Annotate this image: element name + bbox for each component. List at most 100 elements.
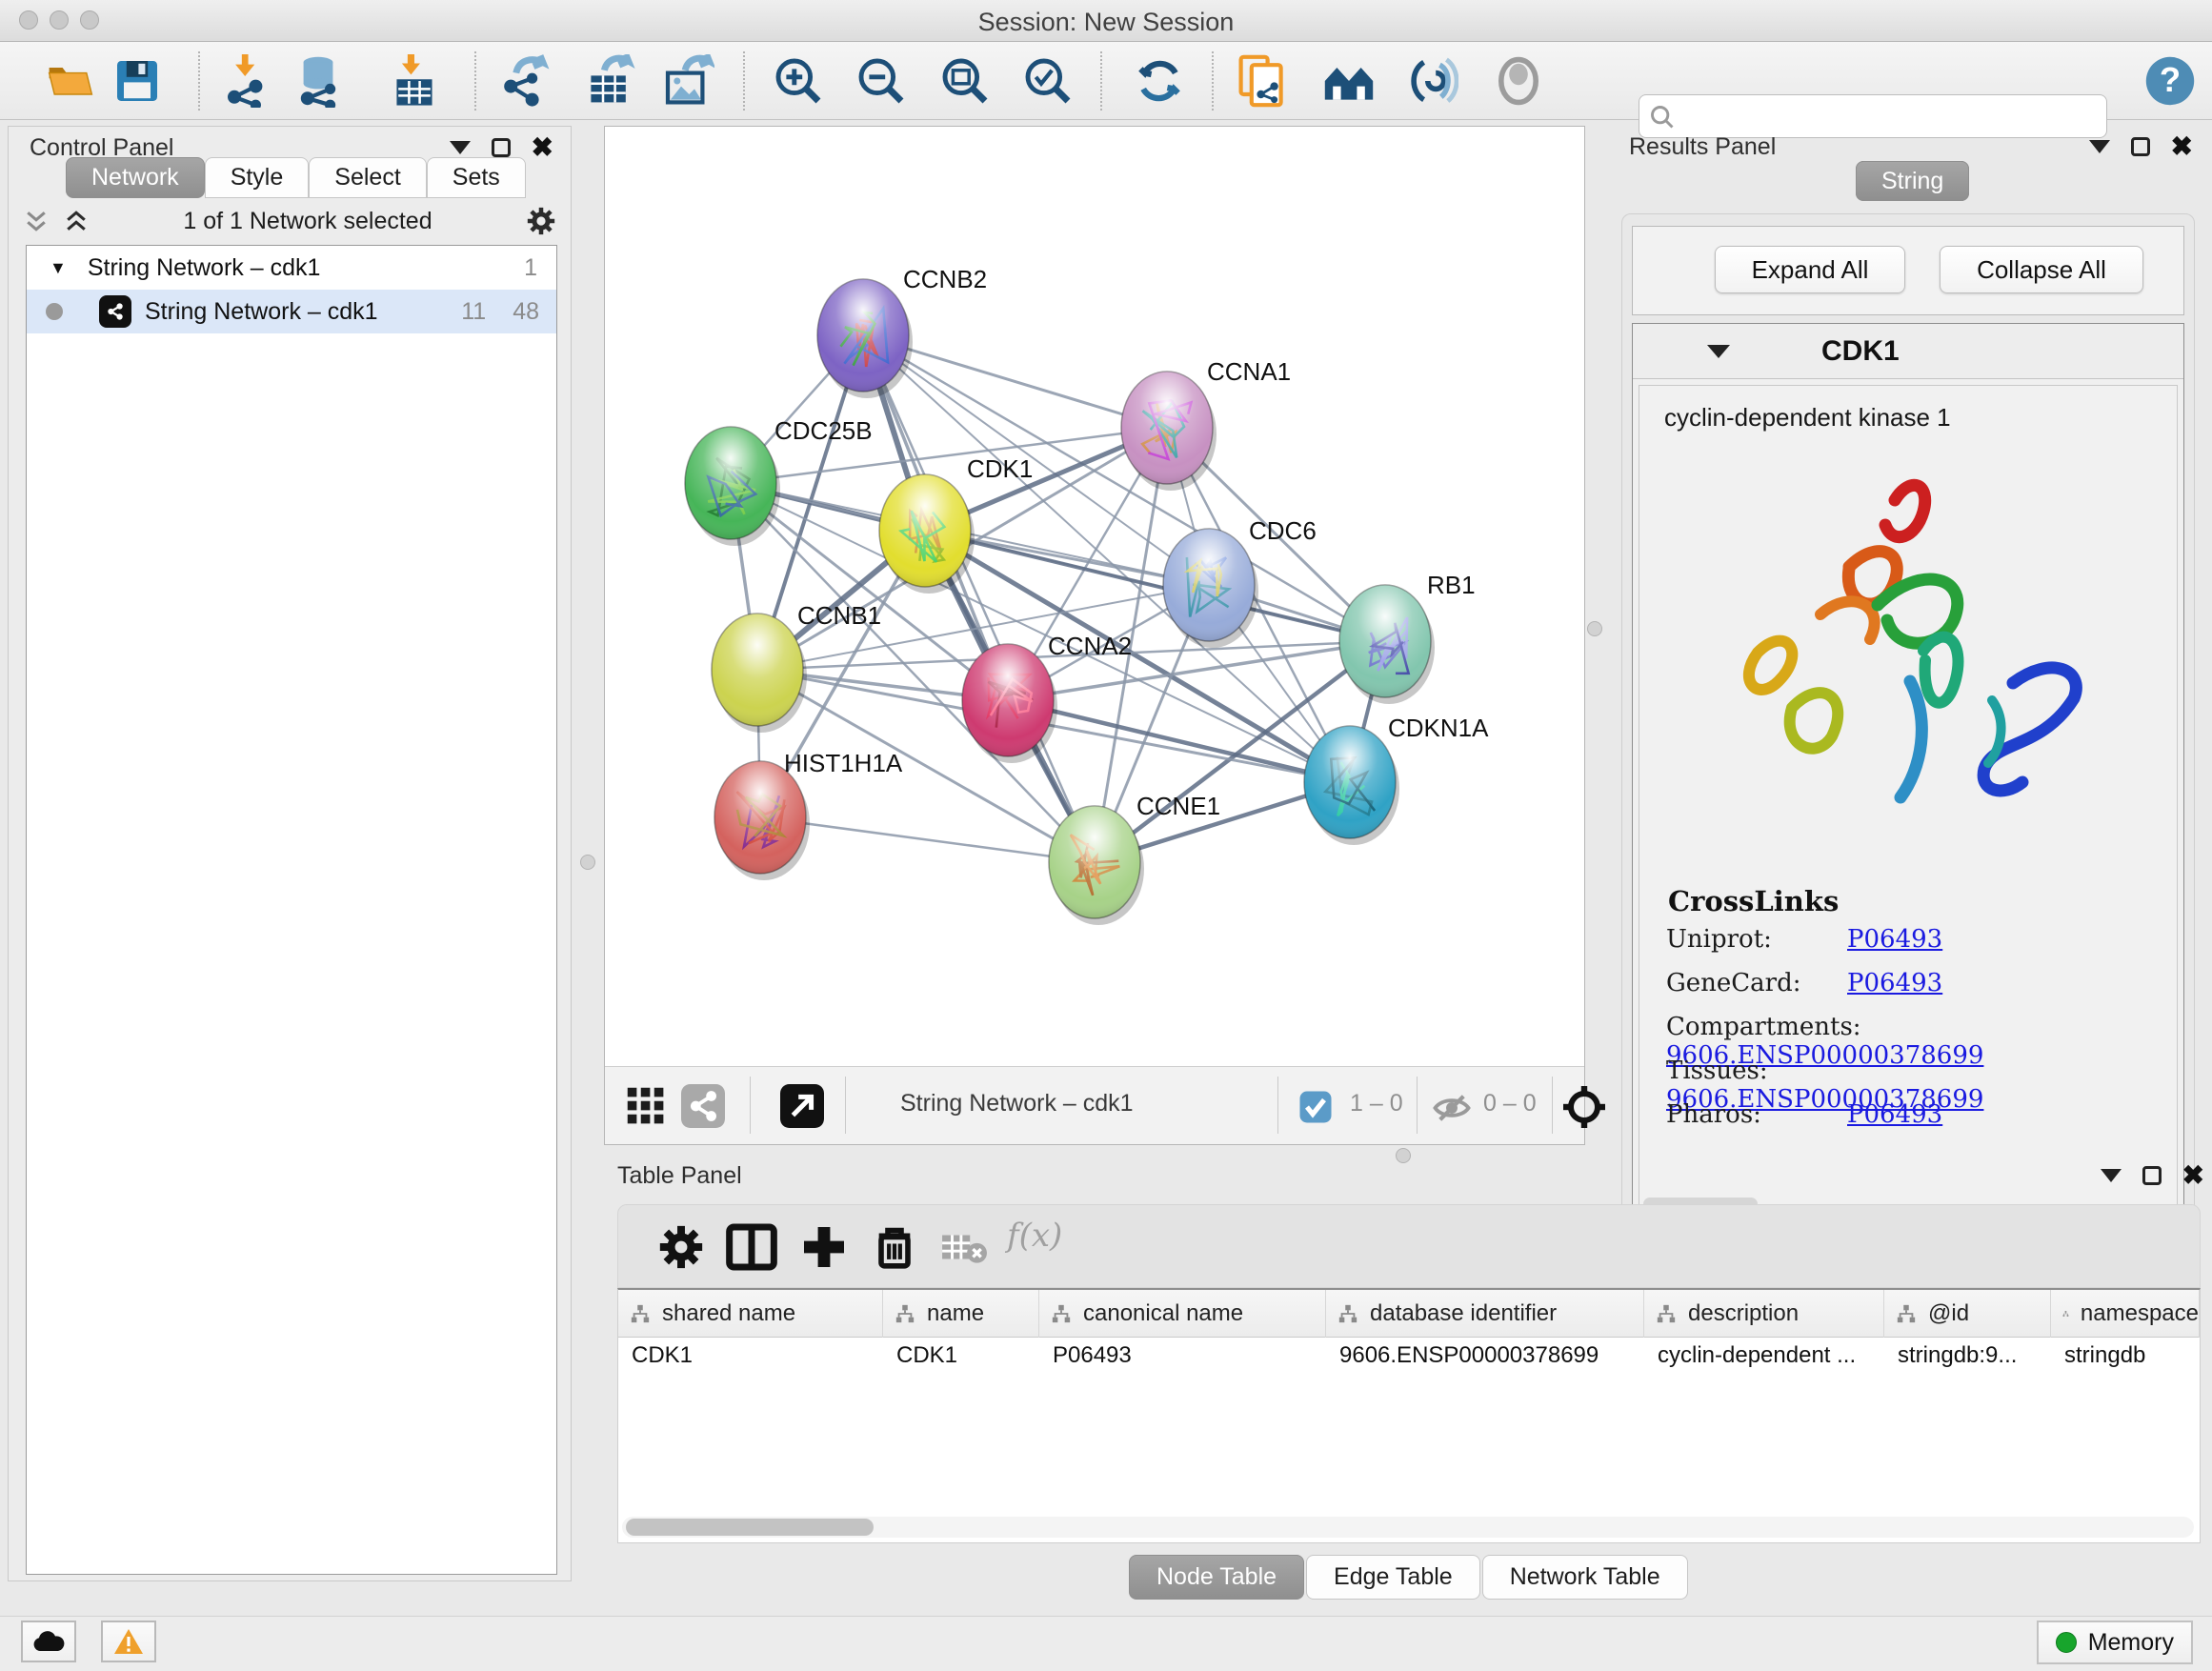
memory-button[interactable]: Memory	[2037, 1621, 2193, 1664]
table-panel-float-icon[interactable]	[2142, 1166, 2162, 1185]
table-cell[interactable]: cyclin-dependent ...	[1658, 1342, 1879, 1369]
column-header-description[interactable]: description	[1644, 1290, 1884, 1338]
network-node-CDC25B[interactable]: CDC25B	[685, 416, 873, 546]
network-edge[interactable]	[863, 335, 1095, 862]
column-header-shared-name[interactable]: shared name	[618, 1290, 883, 1338]
column-header-@id[interactable]: @id	[1884, 1290, 2051, 1338]
crosslink-link[interactable]: P06493	[1847, 969, 1942, 997]
control-panel-menu-icon[interactable]	[450, 141, 471, 154]
columns-icon[interactable]	[725, 1220, 778, 1274]
network-node-CCNB1[interactable]: CCNB1	[712, 601, 881, 733]
table-cell[interactable]: CDK1	[896, 1342, 1034, 1369]
table-cell[interactable]: P06493	[1053, 1342, 1320, 1369]
chevron-double-down-icon[interactable]	[22, 207, 50, 235]
tab-edge-table[interactable]: Edge Table	[1306, 1555, 1480, 1600]
table-cell[interactable]: stringdb:9...	[1898, 1342, 2045, 1369]
crosslink-label: Tissues:	[1666, 1057, 1847, 1085]
network-edge[interactable]	[1008, 700, 1350, 782]
zoom-in-icon[interactable]	[772, 54, 825, 108]
clone-network-icon[interactable]	[1236, 54, 1289, 108]
results-panel-float-icon[interactable]	[2131, 137, 2150, 156]
results-panel-menu-icon[interactable]	[2089, 140, 2110, 153]
tab-network-table[interactable]: Network Table	[1482, 1555, 1688, 1600]
zoom-out-icon[interactable]	[855, 54, 908, 108]
zoom-selected-icon[interactable]	[1021, 54, 1075, 108]
column-header-name[interactable]: name	[883, 1290, 1039, 1338]
network-graph[interactable]: CCNB2 CCNA1 CDC25BCDK1 CDC6RB1 CCNB1 CCNA2 CDK…	[605, 127, 1584, 1066]
tab-string[interactable]: String	[1856, 161, 1969, 201]
zoom-fit-icon[interactable]	[938, 54, 992, 108]
tab-network[interactable]: Network	[66, 157, 205, 198]
network-node-RB1[interactable]: RB1	[1339, 571, 1476, 704]
expand-all-button[interactable]: Expand All	[1715, 246, 1905, 293]
network-canvas[interactable]: CCNB2 CCNA1 CDC25BCDK1 CDC6RB1 CCNB1 CCNA2 CDK…	[604, 126, 1585, 1145]
refresh-icon[interactable]	[1133, 54, 1186, 108]
tab-style[interactable]: Style	[205, 157, 310, 198]
network-overview-icon[interactable]	[1322, 54, 1376, 108]
gene-section-header[interactable]: CDK1	[1633, 324, 2183, 379]
node-table[interactable]: shared namenamecanonical name database id…	[617, 1288, 2201, 1543]
birdseye-crosshair-icon[interactable]	[1561, 1084, 1607, 1130]
open-session-icon[interactable]	[44, 54, 97, 108]
table-panel-close-icon[interactable]: ✖	[2182, 1166, 2204, 1185]
table-cell[interactable]: stringdb	[2064, 1342, 2194, 1369]
column-label: database identifier	[1370, 1300, 1557, 1327]
network-node-CDK1[interactable]: CDK1	[879, 454, 1033, 594]
results-panel-close-icon[interactable]: ✖	[2171, 137, 2193, 156]
collection-label: String Network – cdk1	[88, 254, 321, 282]
collection-expand-icon[interactable]: ▼	[50, 258, 67, 278]
share-view-icon[interactable]	[681, 1084, 725, 1128]
open-in-new-icon[interactable]	[780, 1084, 824, 1128]
network-node-CCNB2[interactable]: CCNB2	[817, 265, 987, 398]
table-gear-icon[interactable]	[654, 1220, 708, 1274]
gear-icon[interactable]	[525, 205, 557, 237]
table-hscroll-thumb[interactable]	[626, 1519, 874, 1536]
save-session-icon[interactable]	[111, 54, 164, 108]
export-image-icon[interactable]	[661, 54, 714, 108]
network-node-CCNA1[interactable]: CCNA1	[1121, 357, 1291, 491]
right-splitter-handle[interactable]	[1587, 621, 1602, 636]
show-graphics-icon[interactable]	[1492, 54, 1545, 108]
import-network-file-icon[interactable]	[221, 54, 274, 108]
control-panel-close-icon[interactable]: ✖	[532, 138, 553, 157]
delete-table-icon[interactable]	[940, 1220, 988, 1274]
cloud-button[interactable]	[21, 1621, 76, 1662]
tab-sets[interactable]: Sets	[427, 157, 526, 198]
network-node-CCNE1[interactable]: CCNE1	[1049, 792, 1220, 925]
hide-graphics-icon[interactable]	[1405, 54, 1458, 108]
hidden-eye-icon[interactable]	[1432, 1088, 1472, 1128]
column-header-database-identifier[interactable]: database identifier	[1326, 1290, 1644, 1338]
table-cell[interactable]: 9606.ENSP00000378699	[1339, 1342, 1639, 1369]
formula-builder-icon[interactable]: f(x)	[1007, 1217, 1062, 1255]
gene-collapse-icon[interactable]	[1707, 345, 1730, 358]
network-node-CCNA2[interactable]: CCNA2	[962, 632, 1132, 763]
network-row-selected[interactable]: String Network – cdk1 11 48	[27, 290, 556, 333]
delete-column-icon[interactable]	[868, 1220, 921, 1274]
network-node-HIST1H1A[interactable]: HIST1H1A	[714, 749, 903, 880]
crosslink-link[interactable]: P06493	[1847, 1100, 1942, 1129]
collapse-all-button[interactable]: Collapse All	[1940, 246, 2143, 293]
add-column-icon[interactable]	[797, 1220, 851, 1274]
column-header-canonical-name[interactable]: canonical name	[1039, 1290, 1326, 1338]
left-splitter-handle[interactable]	[580, 855, 595, 870]
grid-icon[interactable]	[626, 1086, 666, 1126]
warnings-button[interactable]	[101, 1621, 156, 1662]
tab-select[interactable]: Select	[309, 157, 426, 198]
selected-checkbox-icon[interactable]	[1298, 1090, 1333, 1124]
network-collection-row[interactable]: ▼ String Network – cdk1 1	[27, 246, 556, 290]
import-network-database-icon[interactable]	[292, 54, 345, 108]
column-header-namespace[interactable]: namespace	[2051, 1290, 2200, 1338]
help-icon[interactable]: ?	[2143, 54, 2197, 108]
table-panel-menu-icon[interactable]	[2101, 1169, 2122, 1182]
network-node-CDKN1A[interactable]: CDKN1A	[1304, 714, 1489, 845]
table-cell[interactable]: CDK1	[632, 1342, 877, 1369]
tab-node-table[interactable]: Node Table	[1129, 1555, 1304, 1600]
chevron-double-up-icon[interactable]	[62, 207, 90, 235]
network-edge[interactable]	[760, 817, 1095, 862]
import-table-file-icon[interactable]	[388, 54, 441, 108]
control-panel-float-icon[interactable]	[492, 138, 511, 157]
crosslink-link[interactable]: P06493	[1847, 925, 1942, 954]
network-node-CDC6[interactable]: CDC6	[1163, 516, 1317, 648]
export-table-icon[interactable]	[583, 54, 636, 108]
export-network-icon[interactable]	[500, 54, 553, 108]
